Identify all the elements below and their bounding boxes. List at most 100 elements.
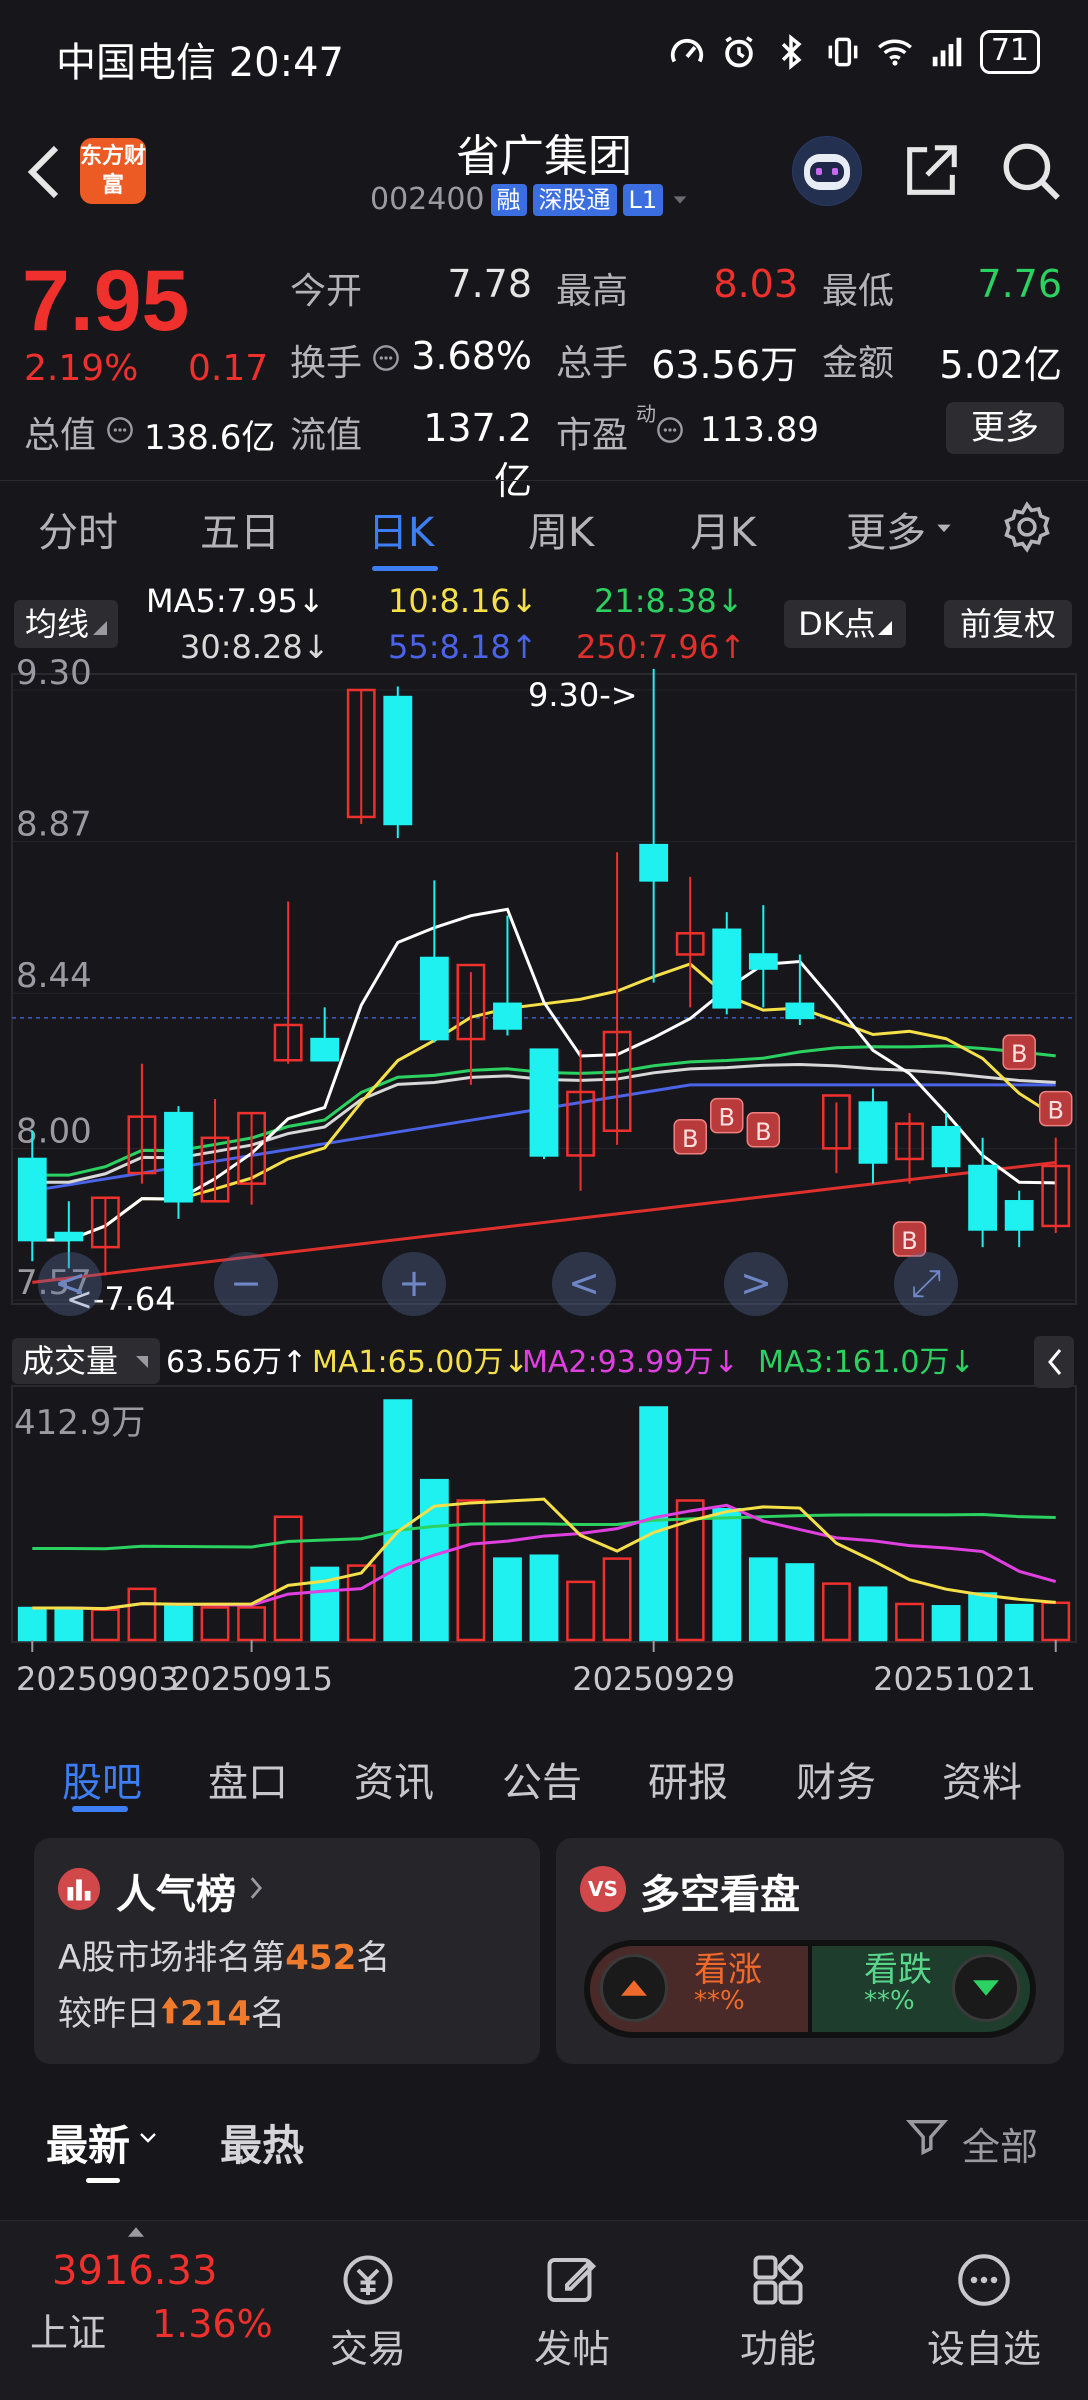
index-change[interactable]: 1.36% [152, 2302, 273, 2346]
bear-button[interactable] [952, 1954, 1020, 2022]
index-value[interactable]: 3916.33 [52, 2248, 217, 2294]
ai-assistant-icon[interactable] [792, 136, 862, 206]
candle-body [383, 695, 413, 826]
amount-value: 5.02亿 [939, 343, 1062, 387]
tab-profile[interactable]: 资料 [942, 1750, 1022, 1808]
ranking-icon [57, 1867, 101, 1911]
info-icon[interactable] [372, 344, 400, 372]
tab-five-day[interactable]: 五日 [200, 500, 280, 558]
b-signal-label: B [901, 1227, 917, 1255]
fullscreen-button-glyph: ⤢ [911, 1261, 941, 1305]
chevron-down-icon[interactable] [136, 2126, 160, 2150]
volume-bar [493, 1557, 522, 1642]
change-percent: 2.19% [24, 348, 139, 389]
tab-monthly-k[interactable]: 月K [690, 500, 756, 558]
tab-more-periods[interactable]: 更多 [846, 500, 926, 558]
candle-body [164, 1111, 193, 1203]
tab-order-book[interactable]: 盘口 [208, 1750, 288, 1808]
high-value: 8.03 [713, 262, 798, 306]
sort-hottest[interactable]: 最热 [220, 2112, 304, 2173]
float-cap-label: 流值 [290, 415, 363, 456]
volume-bar [346, 1564, 376, 1642]
tab-weekly-k[interactable]: 周K [528, 500, 594, 558]
index-name[interactable]: 上证 [30, 2302, 106, 2357]
nav-trade[interactable]: 交易 [298, 2250, 438, 2373]
y-tick-label: 8.44 [16, 956, 92, 996]
candle-body [748, 953, 778, 970]
candle-body [493, 1002, 522, 1030]
tab-financials[interactable]: 财务 [796, 1750, 876, 1808]
b-signal-label: B [755, 1118, 771, 1146]
prev-button-glyph: < [568, 1261, 600, 1305]
volume-label: 总手 [556, 343, 629, 384]
rank-line: A股市场排名第452名 [58, 1930, 390, 1979]
filter-icon[interactable] [904, 2114, 950, 2160]
info-icon[interactable] [656, 416, 684, 444]
tab-news[interactable]: 资讯 [354, 1750, 434, 1808]
signal-icon [932, 37, 962, 67]
volume-bar [858, 1586, 888, 1642]
market-cap-label: 总值 [24, 415, 97, 456]
volume-bar [529, 1554, 559, 1642]
battery-indicator: 71 [979, 30, 1040, 74]
y-tick-label: 8.87 [16, 805, 92, 845]
trade-icon [343, 2255, 393, 2305]
volume-value: 63.56万 [651, 343, 798, 387]
tab-forum[interactable]: 股吧 [62, 1750, 142, 1808]
collapse-button[interactable] [1034, 1336, 1074, 1388]
tab-daily-k[interactable]: 日K [368, 500, 434, 558]
volume-bar [968, 1592, 998, 1642]
active-tab-indicator [72, 1806, 128, 1812]
level-tag: L1 [622, 183, 664, 216]
open-label: 今开 [290, 271, 363, 312]
popularity-title: 人气榜 [116, 1872, 236, 1918]
nav-functions-label: 功能 [739, 2327, 816, 2371]
bear-label: 看跌 [864, 1950, 932, 1990]
date-label: 20250903 [16, 1660, 179, 1698]
nav-add-watchlist[interactable]: 设自选 [914, 2250, 1054, 2373]
bull-button[interactable] [600, 1954, 668, 2022]
volume-bar [164, 1605, 193, 1642]
volume-bar [566, 1580, 595, 1642]
tab-announcements[interactable]: 公告 [502, 1750, 582, 1808]
zoom-in-button-glyph: + [398, 1261, 430, 1305]
carrier-time: 中国电信 20:47 [56, 40, 344, 86]
candle-body [931, 1125, 961, 1168]
volume-bar [712, 1507, 742, 1642]
share-icon[interactable] [900, 140, 962, 202]
rank-number: 452 [285, 1938, 357, 1978]
nav-functions[interactable]: 功能 [708, 2250, 848, 2373]
change-amount: 0.17 [188, 348, 269, 389]
alarm-icon [725, 36, 753, 68]
vibrate-icon [828, 37, 858, 67]
info-icon[interactable] [106, 416, 134, 444]
search-icon[interactable] [998, 138, 1064, 204]
volume-y-max: 412.9万 [14, 1403, 145, 1443]
scroll-left-button-glyph: < [54, 1261, 86, 1305]
pe-dynamic-mark: 动 [636, 402, 656, 426]
sort-newest[interactable]: 最新 [46, 2112, 130, 2173]
more-quote-button[interactable]: 更多 [946, 402, 1064, 454]
candle-body [529, 1048, 559, 1157]
nav-post-label: 发帖 [533, 2327, 610, 2371]
market-cap-value: 138.6亿 [144, 418, 276, 458]
gear-icon[interactable] [1000, 500, 1054, 554]
margin-tag: 融 [490, 183, 527, 216]
tab-intraday[interactable]: 分时 [38, 500, 118, 558]
volume-selector-label: 成交量 [22, 1342, 118, 1380]
candle-body [785, 1002, 815, 1020]
wifi-icon [877, 39, 912, 66]
volume-bar [90, 1608, 120, 1642]
nav-post[interactable]: 发帖 [502, 2250, 642, 2373]
date-label: 20250915 [170, 1660, 333, 1698]
filter-label[interactable]: 全部 [962, 2116, 1038, 2171]
tab-research[interactable]: 研报 [648, 1750, 728, 1808]
volume-bar [602, 1557, 632, 1642]
rank-change-suffix: 名 [250, 1994, 285, 2034]
turnover-label: 换手 [290, 343, 363, 384]
volume-bar [200, 1606, 230, 1642]
kline-chart[interactable]: 9.308.878.448.007.57BBBBBB9.30-><-7.64<−… [0, 582, 1088, 1722]
status-icons: 71 [668, 30, 1040, 74]
volume-bar [931, 1605, 961, 1642]
stock-code-row[interactable]: 002400 融 深股通 L1 [370, 182, 691, 217]
